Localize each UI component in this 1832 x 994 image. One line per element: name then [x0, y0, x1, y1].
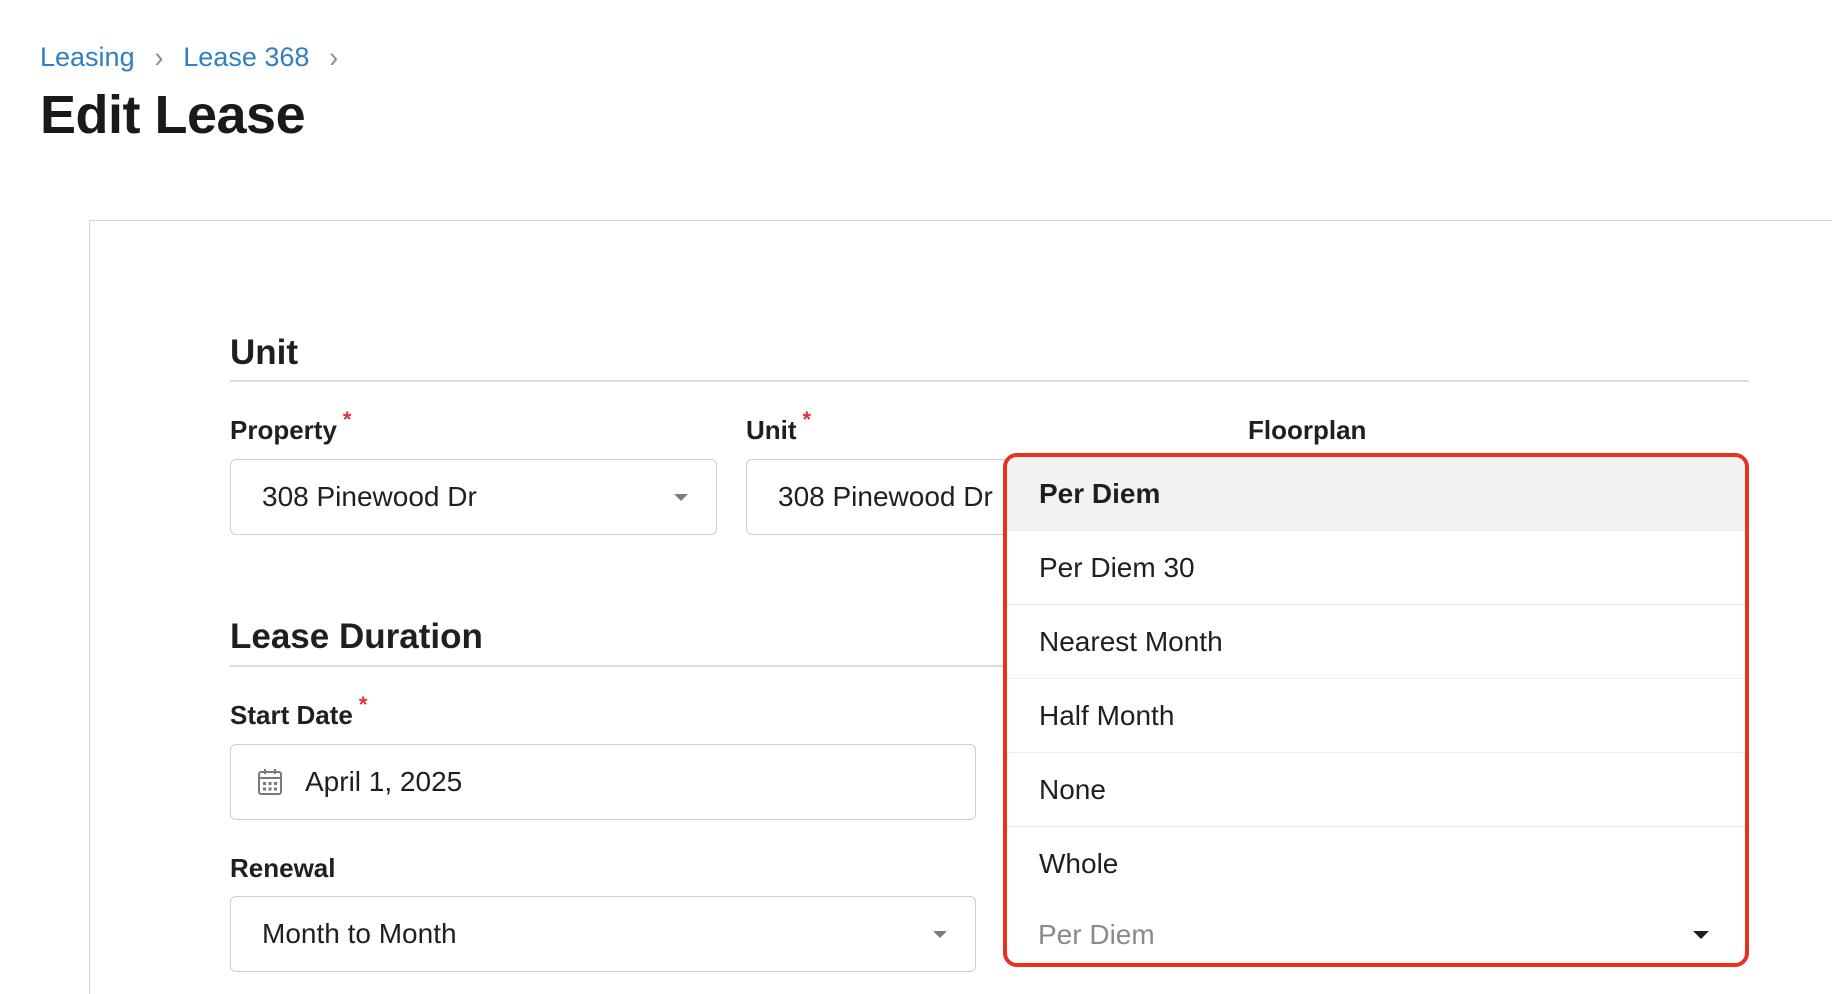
breadcrumb-link-leasing[interactable]: Leasing: [40, 42, 135, 73]
chevron-right-icon: ›: [329, 40, 339, 74]
caret-down-icon: [933, 931, 947, 938]
start-date-value: April 1, 2025: [305, 766, 463, 797]
breadcrumb: Leasing › Lease 368 ›: [40, 40, 358, 74]
renewal-select-value: Month to Month: [262, 918, 457, 949]
section-title-unit: Unit: [230, 333, 299, 372]
start-date-label-text: Start Date: [230, 700, 353, 730]
section-title-lease-duration: Lease Duration: [230, 617, 483, 656]
proration-dropdown-menu: Per Diem Per Diem 30 Nearest Month Half …: [1003, 453, 1749, 967]
chevron-right-icon: ›: [154, 40, 164, 74]
dropdown-option-none[interactable]: None: [1007, 753, 1745, 827]
floorplan-label: Floorplan: [1248, 415, 1367, 445]
required-marker: *: [342, 407, 352, 432]
proration-select-value: Per Diem: [1038, 919, 1155, 950]
proration-select[interactable]: Per Diem: [1007, 901, 1745, 963]
dropdown-option-whole[interactable]: Whole: [1007, 827, 1745, 901]
property-label: Property *: [230, 407, 351, 446]
section-divider: [230, 665, 1003, 667]
dropdown-option-half-month[interactable]: Half Month: [1007, 679, 1745, 753]
dropdown-option-per-diem[interactable]: Per Diem: [1007, 457, 1745, 531]
property-select[interactable]: 308 Pinewood Dr: [230, 459, 717, 535]
unit-label-text: Unit: [746, 415, 797, 445]
caret-down-icon: [674, 494, 688, 501]
start-date-label: Start Date *: [230, 692, 367, 731]
required-marker: *: [358, 692, 368, 717]
property-select-value: 308 Pinewood Dr: [262, 481, 477, 512]
property-label-text: Property: [230, 415, 337, 445]
calendar-icon: [258, 769, 282, 795]
required-marker: *: [802, 407, 812, 432]
start-date-input[interactable]: April 1, 2025: [230, 744, 976, 820]
renewal-select[interactable]: Month to Month: [230, 896, 976, 972]
unit-select-value: 308 Pinewood Dr: [778, 481, 993, 512]
section-divider: [230, 380, 1749, 382]
unit-label: Unit *: [746, 407, 811, 446]
renewal-label: Renewal: [230, 853, 336, 883]
dropdown-option-per-diem-30[interactable]: Per Diem 30: [1007, 531, 1745, 605]
page-title: Edit Lease: [40, 85, 306, 145]
dropdown-option-nearest-month[interactable]: Nearest Month: [1007, 605, 1745, 679]
breadcrumb-link-lease[interactable]: Lease 368: [183, 42, 309, 73]
caret-down-icon: [1693, 931, 1709, 939]
